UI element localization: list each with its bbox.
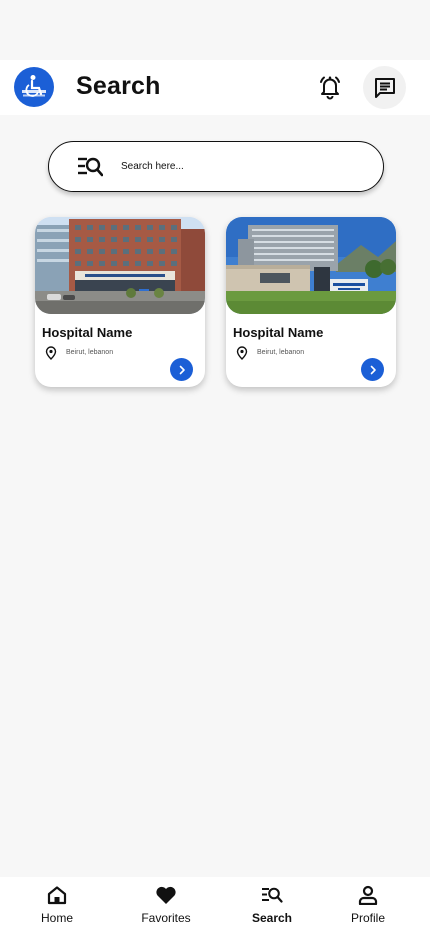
nav-item-profile[interactable]: Profile <box>323 877 413 932</box>
wheelchair-logo-icon <box>22 75 46 97</box>
hospital-card[interactable]: Hospital Name Beirut, lebanon <box>35 217 205 387</box>
home-icon <box>47 886 67 905</box>
chevron-right-icon <box>370 365 376 374</box>
search-bar[interactable] <box>48 141 384 192</box>
search-list-icon <box>262 887 283 903</box>
status-bar-area <box>0 0 430 60</box>
nav-label: Profile <box>350 911 385 925</box>
location-pin-icon <box>45 346 57 360</box>
nav-item-search[interactable]: Search <box>227 877 317 932</box>
nav-label: Favorites <box>141 911 191 925</box>
search-list-icon <box>78 157 103 177</box>
hospital-name: Hospital Name <box>233 325 324 340</box>
app-logo[interactable] <box>14 67 54 107</box>
search-input[interactable] <box>121 156 361 176</box>
person-icon <box>358 885 378 905</box>
page-title: Search <box>76 72 161 100</box>
hospital-name: Hospital Name <box>42 325 133 340</box>
open-hospital-button[interactable] <box>361 358 384 381</box>
app-header: Search <box>0 60 430 115</box>
hospital-photo <box>35 217 205 314</box>
nav-item-favorites[interactable]: Favorites <box>121 877 211 932</box>
hospital-location: Beirut, lebanon <box>257 349 305 356</box>
nav-label: Search <box>251 911 293 925</box>
bottom-navigation: Home Favorites Search Profile <box>0 877 430 932</box>
chat-icon <box>374 77 395 98</box>
messages-button[interactable] <box>363 66 406 109</box>
hospital-location: Beirut, lebanon <box>66 349 114 356</box>
hospital-card[interactable]: Hospital Name Beirut, lebanon <box>226 217 396 387</box>
location-pin-icon <box>236 346 248 360</box>
hospital-photo <box>226 217 396 314</box>
chevron-right-icon <box>179 365 185 374</box>
nav-label: Home <box>40 911 73 925</box>
nav-item-home[interactable]: Home <box>12 877 102 932</box>
notification-bell-icon[interactable] <box>316 73 344 101</box>
open-hospital-button[interactable] <box>170 358 193 381</box>
heart-icon <box>156 886 176 904</box>
